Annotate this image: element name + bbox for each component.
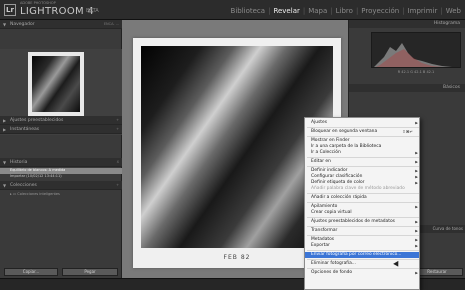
menu-item-label: Añadir palabra clave de método abreviado	[311, 186, 405, 191]
histogram-panel-header[interactable]: Histograma	[349, 20, 465, 28]
menu-item-label: Opciones de fondo	[311, 270, 353, 275]
menu-item-label: Enviar fotografía por correo electrónico…	[311, 252, 402, 257]
clear-history-icon[interactable]: X	[117, 158, 119, 167]
snapshots-title: Instantáneas	[10, 127, 40, 132]
menu-item[interactable]: Ajustes preestablecidos de metadatos ▶	[305, 219, 419, 225]
menu-item-label: Ajustes	[311, 120, 328, 125]
menu-separator	[307, 157, 419, 158]
menu-separator	[307, 127, 419, 128]
collapse-triangle-icon: ▼	[3, 22, 7, 27]
menu-separator	[307, 259, 419, 260]
snapshots-panel-header[interactable]: ▶ Instantáneas +	[0, 125, 122, 134]
tone-curve-title: Curva de tonos	[432, 226, 463, 231]
menu-item-label: Exportar	[311, 243, 330, 248]
module-tab[interactable]: Proyección	[359, 6, 401, 16]
module-tab[interactable]: Libro	[334, 6, 355, 16]
history-item[interactable]: Equilibrio de blancos: A medida	[10, 168, 65, 173]
menu-item-label: Ir a Colección	[311, 150, 341, 155]
submenu-arrow-icon: ▶	[415, 244, 418, 248]
menu-item: Añadir palabra clave de método abreviado	[305, 186, 419, 192]
menu-item-label: Eliminar fotografía...	[311, 261, 356, 266]
navigator-panel-header[interactable]: ▼ Navegador ENCA. ...	[0, 20, 122, 29]
menu-item-label: Ajustes preestablecidos de metadatos	[311, 219, 395, 224]
expand-triangle-icon: ▶	[3, 118, 7, 123]
histogram-rgb-readout: R 42.1 G 42.1 B 42.1	[397, 70, 435, 74]
menu-separator	[307, 217, 419, 218]
module-tab[interactable]: Biblioteca	[229, 6, 268, 16]
submenu-arrow-icon: ▶	[415, 271, 418, 275]
history-panel-header[interactable]: ▼ Historia X	[0, 158, 122, 167]
menu-separator	[307, 136, 419, 137]
photo-caption: FEB 82	[223, 254, 251, 261]
top-bar: Lr ADOBE PHOTOSHOP LIGHTROOM 4 BETA Bibl…	[0, 0, 465, 20]
menu-item[interactable]: Añadir a colección rápida	[305, 195, 419, 201]
histogram-title: Histograma	[433, 21, 460, 26]
navigator-photo-preview	[32, 56, 80, 112]
collections-panel-header[interactable]: ▼ Colecciones +	[0, 181, 122, 190]
submenu-arrow-icon: ▶	[415, 229, 418, 233]
menu-item-label: Editar en	[311, 159, 331, 164]
app-title: LIGHTROOM 4	[20, 6, 95, 17]
submenu-arrow-icon: ▶	[415, 160, 418, 164]
paste-settings-button[interactable]: Pegar	[62, 268, 118, 276]
histogram-chart[interactable]	[371, 32, 461, 68]
menu-separator	[307, 226, 419, 227]
presets-panel-header[interactable]: ▶ Ajustes preestablecidos +	[0, 116, 122, 125]
copy-settings-button[interactable]: Copiar...	[4, 268, 58, 276]
history-title: Historia	[10, 160, 28, 165]
submenu-arrow-icon: ▶	[415, 151, 418, 155]
menu-shortcut: ⇧⌘↵	[402, 129, 413, 134]
tone-curve-panel-header[interactable]: Curva de tonos	[415, 225, 465, 233]
collapse-triangle-icon: ▼	[3, 160, 7, 165]
left-panel-footer: Copiar... Pegar	[0, 268, 122, 278]
menu-item[interactable]: Ir a Colección ▶	[305, 150, 419, 156]
add-collection-icon[interactable]: +	[116, 181, 119, 190]
navigator-zoom-options[interactable]: ENCA. ...	[104, 20, 119, 29]
collapse-triangle-icon: ▼	[3, 183, 7, 188]
module-picker: Biblioteca | Revelar | Mapa | Libro | Proyección…	[229, 6, 463, 16]
menu-item[interactable]: Ajustes ▶	[305, 120, 419, 126]
menu-separator	[307, 202, 419, 203]
module-tab[interactable]: Mapa	[306, 6, 329, 16]
collections-title: Colecciones	[10, 183, 37, 188]
submenu-arrow-icon: ▶	[415, 220, 418, 224]
menu-separator	[307, 268, 419, 269]
menu-item[interactable]: Crear copia virtual	[305, 210, 419, 216]
menu-separator	[307, 166, 419, 167]
menu-item[interactable]: Editar en ▶	[305, 159, 419, 165]
app-beta-label: BETA	[86, 8, 99, 14]
menu-separator	[307, 193, 419, 194]
module-tab[interactable]: Imprimir	[406, 6, 440, 16]
menu-item[interactable]: Enviar fotografía por correo electrónico…	[305, 252, 419, 258]
menu-item[interactable]: Exportar ▶	[305, 243, 419, 249]
collections-list-item[interactable]: ▸ ▭ Colecciones inteligentes	[10, 191, 120, 197]
lightroom-logo-icon: Lr	[4, 4, 16, 16]
menu-separator	[307, 250, 419, 251]
menu-item-label: Transformar	[311, 228, 338, 233]
navigator-title: Navegador	[10, 22, 35, 27]
presets-title: Ajustes preestablecidos	[10, 118, 64, 123]
context-menu: Ajustes ▶ Bloquear en segunda ventana ⇧⌘↵ Mo…	[304, 117, 420, 290]
menu-item-label: Añadir a colección rápida	[311, 195, 367, 200]
histogram-curve	[374, 43, 452, 67]
menu-item[interactable]: Eliminar fotografía...	[305, 261, 419, 267]
navigator-thumbnail[interactable]	[28, 52, 84, 116]
history-item[interactable]: Importar (10/02/12 13:44:11)	[10, 174, 62, 179]
module-tab[interactable]: Web	[444, 6, 463, 16]
expand-triangle-icon: ▶	[3, 127, 7, 132]
add-snapshot-icon[interactable]: +	[116, 125, 119, 134]
basic-title: Básicos	[442, 85, 460, 90]
menu-item[interactable]: Opciones de fondo ▶	[305, 270, 419, 276]
module-tab[interactable]: Revelar	[271, 6, 301, 16]
menu-item[interactable]: Bloquear en segunda ventana ⇧⌘↵	[305, 129, 419, 135]
submenu-arrow-icon: ▶	[415, 121, 418, 125]
basic-panel-header[interactable]: Básicos	[349, 84, 465, 92]
menu-separator	[307, 235, 419, 236]
menu-item-label: Bloquear en segunda ventana	[311, 129, 378, 134]
menu-item-label: Crear copia virtual	[311, 210, 352, 215]
menu-item[interactable]: Transformar ▶	[305, 228, 419, 234]
left-panel: ▼ Navegador ENCA. ... ▶ Ajustes preestab…	[0, 20, 122, 278]
add-preset-icon[interactable]: +	[116, 116, 119, 125]
collections-item-label: Colecciones inteligentes	[17, 192, 60, 196]
